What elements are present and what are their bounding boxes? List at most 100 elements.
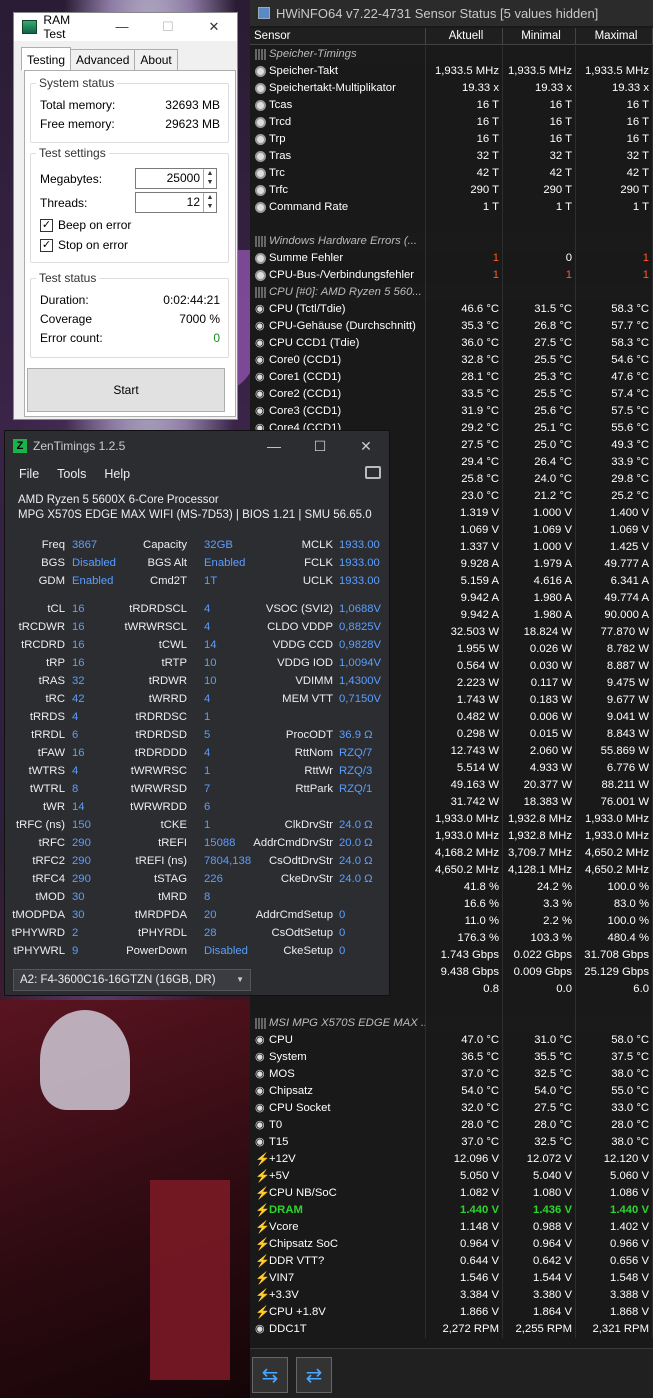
maximize-icon[interactable]: ☐ — [297, 438, 343, 455]
sensor-row[interactable]: ⚡ +12V 12.096 V 12.072 V 12.120 V — [250, 1151, 653, 1168]
ramtest-titlebar[interactable]: RAM Test — ☐ ✕ — [14, 13, 237, 41]
sensor-row[interactable]: ⚡ DRAM 1.440 V 1.436 V 1.440 V — [250, 1202, 653, 1219]
sensor-name-cell: Trcd — [250, 114, 426, 131]
nav-left-button[interactable]: ⇆ — [252, 1357, 288, 1393]
beep-on-error-checkbox[interactable]: ✓ Beep on error — [40, 218, 131, 232]
value-max: 76.001 W — [576, 794, 653, 811]
sensor-row[interactable]: ⚡ CPU NB/SoC 1.082 V 1.080 V 1.086 V — [250, 1185, 653, 1202]
close-icon[interactable]: ✕ — [343, 438, 389, 455]
sensor-row[interactable]: ⚡ DDR VTT? 0.644 V 0.642 V 0.656 V — [250, 1253, 653, 1270]
sensor-row[interactable]: Tcas 16 T 16 T 16 T — [250, 97, 653, 114]
tab-advanced[interactable]: Advanced — [70, 49, 136, 71]
timing-value: 32GB — [204, 539, 233, 551]
sensor-row[interactable]: ◉ Core3 (CCD1) 31.9 °C 25.6 °C 57.5 °C — [250, 403, 653, 420]
sensor-row[interactable]: ⚡ CPU +1.8V 1.866 V 1.864 V 1.868 V — [250, 1304, 653, 1321]
sensor-row[interactable]: ⚡ Vcore 1.148 V 0.988 V 1.402 V — [250, 1219, 653, 1236]
minimize-icon[interactable]: — — [251, 438, 297, 455]
value-max: 8.887 W — [576, 658, 653, 675]
sensor-row[interactable]: ◉ Core1 (CCD1) 28.1 °C 25.3 °C 47.6 °C — [250, 369, 653, 386]
blank-row[interactable] — [250, 998, 653, 1015]
sensor-row[interactable]: ◉ System 36.5 °C 35.5 °C 37.5 °C — [250, 1049, 653, 1066]
sensor-row[interactable]: ◉ CPU CCD1 (Tdie) 36.0 °C 27.5 °C 58.3 °C — [250, 335, 653, 352]
hwinfo-titlebar[interactable]: HWiNFO64 v7.22-4731 Sensor Status [5 val… — [250, 0, 653, 26]
col-minimal[interactable]: Minimal — [503, 28, 576, 44]
timing-label: Freq — [41, 539, 65, 551]
close-icon[interactable]: ✕ — [191, 19, 237, 35]
threads-input[interactable]: 12 ▲ ▼ — [135, 192, 217, 213]
menu-tools[interactable]: Tools — [57, 467, 86, 481]
section-grip-icon[interactable] — [255, 287, 266, 298]
thermometer-icon: ◉ — [255, 388, 265, 400]
sensor-name-cell: ◉ CPU — [250, 1032, 426, 1049]
megabytes-input[interactable]: 25000 ▲ ▼ — [135, 168, 217, 189]
menu-file[interactable]: File — [19, 467, 39, 481]
sensor-row[interactable]: Tras 32 T 32 T 32 T — [250, 148, 653, 165]
spin-arrows-icon[interactable]: ▲ ▼ — [203, 193, 216, 212]
blank-row[interactable] — [250, 216, 653, 233]
minimize-icon[interactable]: — — [99, 19, 145, 35]
sensor-label: Tcas — [269, 99, 293, 111]
sensor-row[interactable]: ⚡ +3.3V 3.384 V 3.380 V 3.388 V — [250, 1287, 653, 1304]
timing-label: ClkDrvStr — [284, 819, 333, 831]
section-grip-icon[interactable] — [255, 236, 266, 247]
timing-value: 20 — [204, 909, 217, 921]
sensor-row[interactable]: ◉ T0 28.0 °C 28.0 °C 28.0 °C — [250, 1117, 653, 1134]
nav-right-button[interactable]: ⇄ — [296, 1357, 332, 1393]
value-current: 1.743 Gbps — [426, 947, 503, 964]
col-aktuell[interactable]: Aktuell — [426, 28, 503, 44]
sensor-row[interactable]: ◉ CPU (Tctl/Tdie) 46.6 °C 31.5 °C 58.3 °C — [250, 301, 653, 318]
sensor-row[interactable]: ◉ CPU-Gehäuse (Durchschnitt) 35.3 °C 26.8 °… — [250, 318, 653, 335]
sensor-row[interactable]: ◉ DDC1T 2,272 RPM 2,255 RPM 2,321 RPM — [250, 1321, 653, 1338]
sensor-row[interactable]: Trfc 290 T 290 T 290 T — [250, 182, 653, 199]
sensor-row[interactable]: ◉ Chipsatz 54.0 °C 54.0 °C 55.0 °C — [250, 1083, 653, 1100]
sensor-row[interactable]: ⚡ Chipsatz SoC 0.964 V 0.964 V 0.966 V — [250, 1236, 653, 1253]
timing-value: 3867 — [72, 539, 98, 551]
zentimings-titlebar[interactable]: Z ZenTimings 1.2.5 — ☐ ✕ — [5, 431, 389, 461]
value-max: 83.0 % — [576, 896, 653, 913]
value-min: 25.6 °C — [503, 403, 576, 420]
sensor-row[interactable]: ⚡ VIN7 1.546 V 1.544 V 1.548 V — [250, 1270, 653, 1287]
timing-label: PowerDown — [126, 945, 187, 957]
sensor-row[interactable]: ◉ Core2 (CCD1) 33.5 °C 25.5 °C 57.4 °C — [250, 386, 653, 403]
sensor-name-cell: ⚡ Chipsatz SoC — [250, 1236, 426, 1253]
timing-label: ProcODT — [285, 729, 333, 741]
sensor-row[interactable]: Command Rate 1 T1 T1 T — [250, 199, 653, 216]
menu-help[interactable]: Help — [104, 467, 130, 481]
sensor-row[interactable]: Trp 16 T 16 T 16 T — [250, 131, 653, 148]
sensor-row[interactable]: Summe Fehler 1 0 1 — [250, 250, 653, 267]
sensor-section-row[interactable]: MSI MPG X570S EDGE MAX ... — [250, 1015, 653, 1032]
col-maximal[interactable]: Maximal — [576, 28, 653, 44]
sensor-section-row[interactable]: Windows Hardware Errors (... — [250, 233, 653, 250]
sensor-row[interactable]: ◉ T15 37.0 °C 32.5 °C 38.0 °C — [250, 1134, 653, 1151]
col-sensor[interactable]: Sensor — [250, 28, 426, 44]
sensor-row[interactable]: ◉ CPU 47.0 °C 31.0 °C 58.0 °C — [250, 1032, 653, 1049]
section-grip-icon[interactable] — [255, 1018, 266, 1029]
section-grip-icon[interactable] — [255, 49, 266, 60]
sensor-row[interactable]: Speichertakt-Multiplikator 19.33 x 19.33 x… — [250, 80, 653, 97]
sensor-section-row[interactable]: CPU [#0]: AMD Ryzen 5 560... — [250, 284, 653, 301]
value-max: 290 T — [576, 182, 653, 199]
sensor-section-row[interactable]: Speicher-Timings — [250, 46, 653, 63]
sensor-row[interactable]: ◉ Core0 (CCD1) 32.8 °C 25.5 °C 54.6 °C — [250, 352, 653, 369]
sensor-row[interactable]: ◉ MOS 37.0 °C 32.5 °C 38.0 °C — [250, 1066, 653, 1083]
stop-on-error-checkbox[interactable]: ✓ Stop on error — [40, 238, 128, 252]
tab-about[interactable]: About — [134, 49, 178, 71]
timing-value: RZQ/3 — [339, 765, 373, 777]
tab-testing[interactable]: Testing — [21, 47, 72, 71]
start-button[interactable]: Start — [27, 368, 225, 412]
value-min: 32.5 °C — [503, 1066, 576, 1083]
memory-module-select[interactable]: A2: F4-3600C16-16GTZN (16GB, DR) ▼ — [13, 969, 251, 991]
maximize-icon[interactable]: ☐ — [145, 19, 191, 35]
sensor-row[interactable]: ◉ CPU Socket 32.0 °C 27.5 °C 33.0 °C — [250, 1100, 653, 1117]
sensor-row[interactable]: CPU-Bus-/Verbindungsfehler 1 1 1 — [250, 267, 653, 284]
sensor-row[interactable]: Trcd 16 T 16 T 16 T — [250, 114, 653, 131]
sensor-row[interactable]: Speicher-Takt 1,933.5 MHz 1,933.5 MHz 1,933… — [250, 63, 653, 80]
sensor-row[interactable]: Trc 42 T 42 T 42 T — [250, 165, 653, 182]
value-max: 1.086 V — [576, 1185, 653, 1202]
value-max: 9.041 W — [576, 709, 653, 726]
screenshot-camera-icon[interactable] — [365, 466, 381, 479]
spin-arrows-icon[interactable]: ▲ ▼ — [203, 169, 216, 188]
sensor-row[interactable]: ⚡ +5V 5.050 V 5.040 V 5.060 V — [250, 1168, 653, 1185]
timing-label: tRDWR — [148, 675, 187, 687]
value-min: 21.2 °C — [503, 488, 576, 505]
